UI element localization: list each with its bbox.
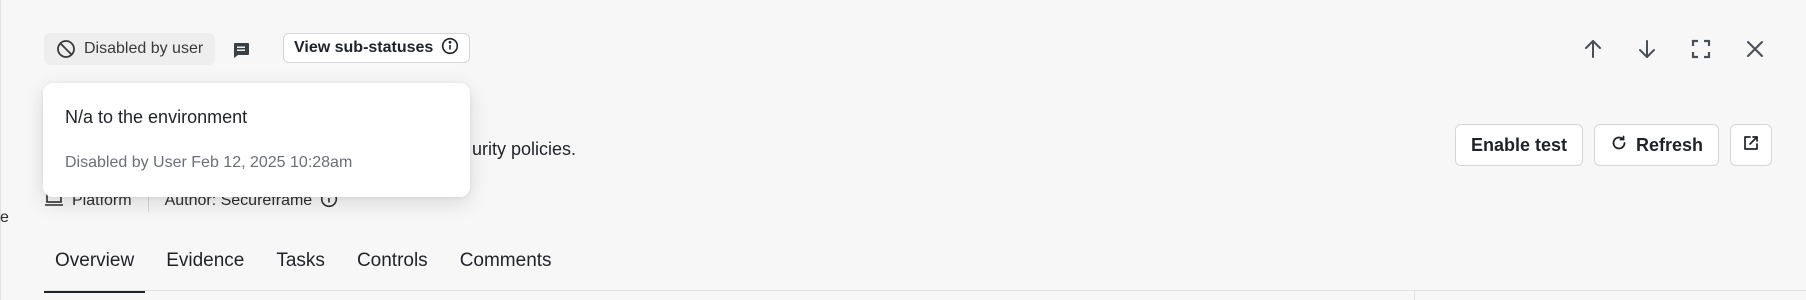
test-description: urity policies. [472,139,577,159]
tab-overview[interactable]: Overview [44,242,146,293]
tab-controls[interactable]: Controls [346,242,439,293]
open-external-button[interactable] [1730,124,1772,166]
test-detail-panel: e Disabled by user View sub-statuses uri… [0,0,1806,300]
comment-icon[interactable] [231,40,251,60]
info-icon [441,37,459,60]
status-reason-popover: N/a to the environment Disabled by User … [43,83,470,197]
tab-evidence[interactable]: Evidence [155,242,255,293]
panel-navigation [1578,34,1770,64]
ban-icon [56,39,76,59]
status-pill[interactable]: Disabled by user [44,33,216,65]
arrow-up-icon[interactable] [1578,34,1608,64]
refresh-icon [1610,134,1628,157]
enable-test-label: Enable test [1470,134,1567,155]
close-icon[interactable] [1740,34,1770,64]
enable-test-button[interactable]: Enable test [1454,124,1583,166]
view-sub-statuses-button[interactable]: View sub-statuses [283,33,471,63]
tab-comments[interactable]: Comments [449,242,563,293]
panel-split-divider [1414,290,1415,300]
tabs-divider [44,290,1806,291]
popover-title: N/a to the environment [65,107,248,127]
test-actions: Enable test Refresh [1454,124,1772,166]
left-edge-text: e [0,209,9,226]
detail-tabs: Overview Evidence Tasks Controls Comment… [44,242,563,293]
refresh-button[interactable]: Refresh [1593,124,1719,166]
substatus-label: View sub-statuses [294,39,434,56]
left-divider [0,0,1,300]
arrow-down-icon[interactable] [1632,34,1662,64]
external-link-icon [1742,134,1760,157]
status-label: Disabled by user [84,40,204,57]
refresh-label: Refresh [1635,134,1703,155]
tab-tasks[interactable]: Tasks [265,242,336,293]
expand-icon[interactable] [1686,34,1716,64]
popover-meta: Disabled by User Feb 12, 2025 10:28am [65,154,353,171]
